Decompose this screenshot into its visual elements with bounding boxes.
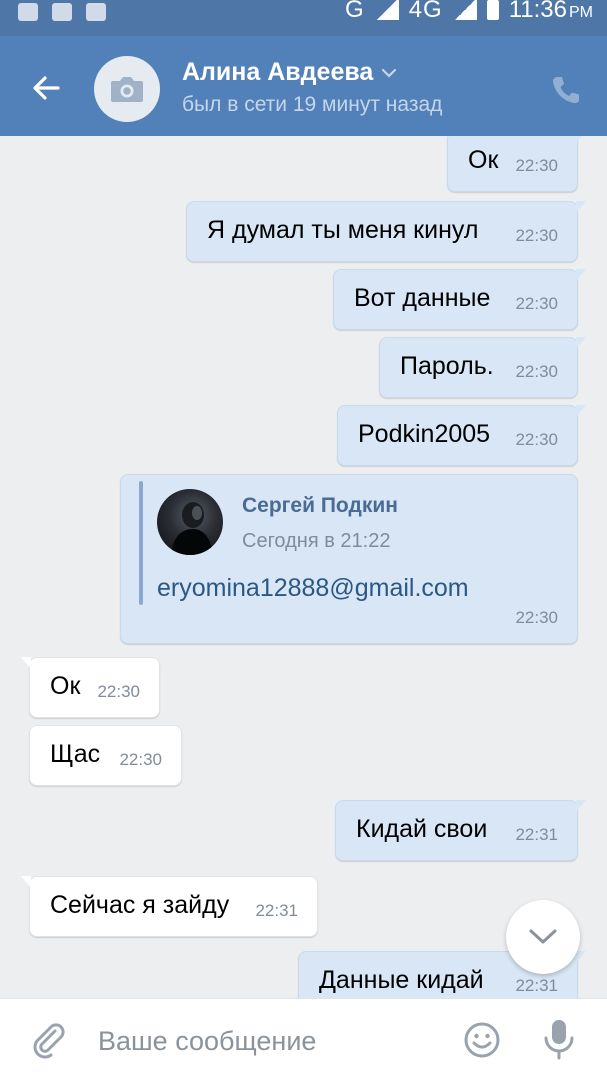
message-bubble-out[interactable]: Podkin2005 22:30	[337, 405, 586, 466]
arrow-left-icon[interactable]	[28, 70, 64, 106]
message-time: 22:30	[119, 750, 162, 769]
message-bubble-in[interactable]: Щас 22:30	[29, 725, 182, 786]
contact-name-text: Алина Авдеева	[182, 58, 374, 86]
bubble-tail	[21, 657, 31, 669]
message-text: Ок	[468, 146, 499, 174]
smiley-icon[interactable]	[463, 1021, 501, 1059]
message-composer	[0, 998, 607, 1081]
checklist-icon	[86, 3, 106, 21]
message-time: 22:30	[97, 682, 140, 701]
message-text: Сейчас я зайду	[50, 891, 230, 919]
message-bubble-out[interactable]: Вот данные 22:30	[333, 269, 586, 330]
chevron-down-icon[interactable]	[381, 68, 397, 78]
notification-icons	[18, 0, 106, 24]
forward-indicator-bar	[139, 481, 143, 605]
clock-ampm: PM	[569, 4, 593, 21]
contact-name[interactable]: Алина Авдеева	[182, 58, 397, 87]
battery-icon	[486, 0, 499, 20]
message-bubble-out[interactable]: Я думал ты меня кинул 22:30	[186, 201, 586, 262]
paperclip-icon[interactable]	[28, 1019, 68, 1059]
microphone-icon[interactable]	[541, 1017, 577, 1061]
message-time: 22:30	[515, 362, 558, 381]
message-text: Я думал ты меня кинул	[207, 216, 479, 244]
chevron-down-icon	[529, 929, 557, 944]
message-time: 22:31	[515, 976, 558, 995]
bubble-tail	[576, 136, 586, 143]
forward-date: Сегодня в 21:22	[242, 530, 391, 552]
message-time: 22:31	[255, 901, 298, 920]
chat-header: Алина Авдеева был в сети 19 минут назад	[0, 36, 607, 136]
message-time: 22:30	[515, 294, 558, 313]
message-time: 22:30	[515, 226, 558, 245]
forwarded-message-bubble[interactable]: Сергей Подкин Сегодня в 21:22 eryomina12…	[120, 474, 578, 644]
bubble-tail	[576, 337, 586, 349]
message-time: 22:30	[515, 608, 558, 627]
bubble-tail	[576, 269, 586, 281]
network-type-2: 4G	[408, 0, 443, 23]
message-input[interactable]	[96, 1019, 430, 1063]
status-bar: G 4G 11:36 PM	[0, 0, 607, 36]
forward-author-name[interactable]: Сергей Подкин	[242, 494, 398, 518]
message-text: Ок	[50, 672, 81, 700]
contact-avatar[interactable]	[94, 56, 160, 122]
status-right: G 4G 11:36 PM	[345, 0, 593, 24]
message-list[interactable]: Ок 22:30 Я думал ты меня кинул 22:30 Вот…	[0, 136, 607, 998]
bubble-tail	[576, 951, 586, 963]
gallery-icon	[18, 3, 38, 21]
person-photo	[171, 502, 213, 555]
message-bubble-out[interactable]: Кидай свои 22:31	[335, 800, 586, 861]
message-bubble-in[interactable]: Ок 22:30	[21, 657, 160, 718]
phone-icon[interactable]	[550, 74, 582, 106]
message-text: Данные кидай	[319, 966, 484, 994]
message-time: 22:30	[515, 156, 558, 175]
message-time: 22:31	[515, 825, 558, 844]
message-text: Кидай свои	[356, 815, 488, 843]
message-bubble-out[interactable]: Ок 22:30	[447, 136, 586, 192]
network-type: G	[345, 0, 365, 23]
scroll-to-bottom-button[interactable]	[506, 900, 580, 974]
email-link[interactable]: eryomina12888@gmail.com	[157, 574, 469, 603]
bubble-tail	[576, 800, 586, 812]
message-text: Пароль.	[400, 352, 494, 380]
bubble-tail	[576, 201, 586, 213]
message-text: Щас	[50, 740, 101, 768]
clock-time: 11:36	[508, 0, 567, 23]
bubble-tail	[576, 405, 586, 417]
signal-icon	[374, 0, 399, 20]
chat-icon	[52, 3, 72, 21]
signal-icon-2	[452, 0, 477, 20]
message-text: Вот данные	[354, 284, 491, 312]
message-text: Podkin2005	[358, 420, 491, 448]
last-seen-status: был в сети 19 минут назад	[182, 93, 443, 116]
clock: 11:36 PM	[509, 0, 593, 24]
forward-author-avatar[interactable]	[157, 489, 223, 555]
bubble-tail	[21, 876, 31, 888]
camera-icon	[111, 77, 143, 102]
message-bubble-in[interactable]: Сейчас я зайду 22:31	[21, 876, 318, 937]
message-bubble-out[interactable]: Пароль. 22:30	[379, 337, 586, 398]
message-time: 22:30	[515, 430, 558, 449]
